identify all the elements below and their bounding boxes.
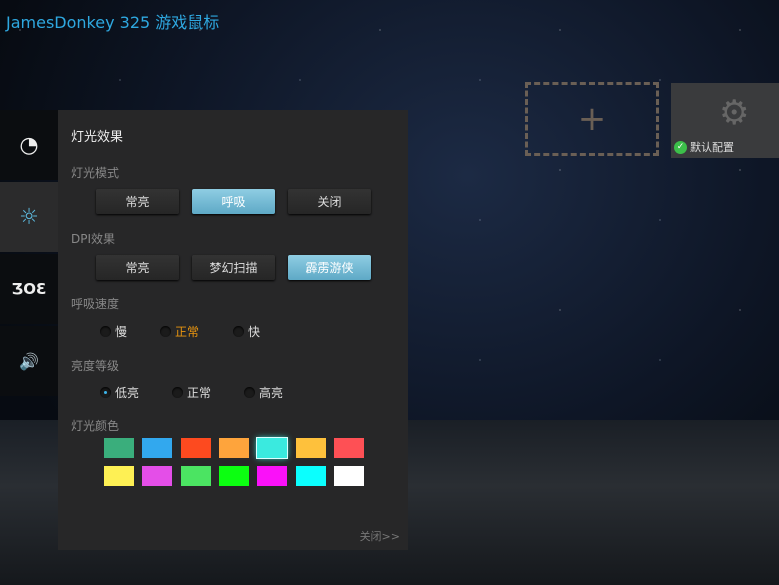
add-profile-button[interactable]: + <box>525 82 659 156</box>
color-label: 灯光颜色 <box>71 419 120 433</box>
color-swatch[interactable] <box>180 466 211 486</box>
radio-label: 低亮 <box>115 386 140 400</box>
lighting-panel: 灯光效果 灯光模式 常亮 呼吸 关闭 DPI效果 常亮 梦幻扫描 霹雳游侠 呼吸… <box>58 110 408 550</box>
radio-dot <box>160 326 171 337</box>
dpi-effect-steady-button[interactable]: 常亮 <box>96 255 179 280</box>
breath-speed-label: 呼吸速度 <box>71 297 120 311</box>
brightness-normal-radio[interactable]: 正常 <box>172 384 211 401</box>
radio-dot <box>244 387 255 398</box>
radio-dot <box>100 326 111 337</box>
brightness-label: 亮度等级 <box>71 359 120 373</box>
color-swatch[interactable] <box>257 466 288 486</box>
dpi-icon: ƷOƐ <box>11 280 47 298</box>
speedometer-icon: ◔ <box>19 132 39 158</box>
dpi-effect-label: DPI效果 <box>71 232 116 246</box>
app-title: JamesDonkey 325 游戏鼠标 <box>6 13 220 32</box>
color-swatch[interactable] <box>218 438 249 458</box>
radio-label: 快 <box>248 325 261 339</box>
color-swatch[interactable] <box>333 438 364 458</box>
radio-label: 正常 <box>187 386 212 400</box>
radio-dot <box>233 326 244 337</box>
light-mode-label: 灯光模式 <box>71 166 120 180</box>
gear-document-icon: ⚙ <box>719 93 750 133</box>
color-swatch[interactable] <box>295 438 326 458</box>
radio-dot <box>100 387 111 398</box>
light-mode-breath-button[interactable]: 呼吸 <box>192 189 275 214</box>
dpi-effect-scan-button[interactable]: 梦幻扫描 <box>192 255 275 280</box>
color-swatch[interactable] <box>218 466 249 486</box>
panel-title: 灯光效果 <box>71 130 124 145</box>
dpi-effect-ranger-button[interactable]: 霹雳游侠 <box>288 255 371 280</box>
color-swatch[interactable] <box>180 438 211 458</box>
color-swatch[interactable] <box>142 438 173 458</box>
color-swatch[interactable] <box>142 466 173 486</box>
color-swatch[interactable] <box>333 466 364 486</box>
radio-label: 慢 <box>115 325 128 339</box>
speed-slow-radio[interactable]: 慢 <box>100 323 127 340</box>
radio-label: 高亮 <box>259 386 284 400</box>
color-swatch[interactable] <box>295 466 326 486</box>
sidebar-item-sound[interactable]: 🔊 <box>0 326 58 396</box>
brightness-high-radio[interactable]: 高亮 <box>244 384 283 401</box>
color-swatch[interactable] <box>104 438 134 458</box>
color-swatch[interactable] <box>104 466 134 486</box>
sidebar: ◔ ☼ ƷOƐ 🔊 <box>0 110 58 398</box>
light-mode-steady-button[interactable]: 常亮 <box>96 189 179 214</box>
sidebar-item-dpi[interactable]: ƷOƐ <box>0 254 58 324</box>
speaker-icon: 🔊 <box>19 351 39 371</box>
plus-icon: + <box>577 99 607 139</box>
speed-normal-radio[interactable]: 正常 <box>160 323 199 340</box>
radio-label: 正常 <box>175 325 200 339</box>
radio-dot <box>172 387 183 398</box>
close-panel-link[interactable]: 关闭>> <box>360 528 400 544</box>
profile-name: 默认配置 <box>690 141 734 154</box>
sidebar-item-lighting[interactable]: ☼ <box>0 182 58 252</box>
color-swatch[interactable] <box>256 437 289 459</box>
sidebar-item-performance[interactable]: ◔ <box>0 110 58 180</box>
speed-fast-radio[interactable]: 快 <box>233 323 260 340</box>
sun-icon: ☼ <box>19 204 39 230</box>
check-icon: ✓ <box>674 140 687 154</box>
profile-card-default[interactable]: ⚙ ✓ 默认配置 <box>671 83 779 158</box>
light-mode-off-button[interactable]: 关闭 <box>288 189 371 214</box>
brightness-low-radio[interactable]: 低亮 <box>100 384 139 401</box>
